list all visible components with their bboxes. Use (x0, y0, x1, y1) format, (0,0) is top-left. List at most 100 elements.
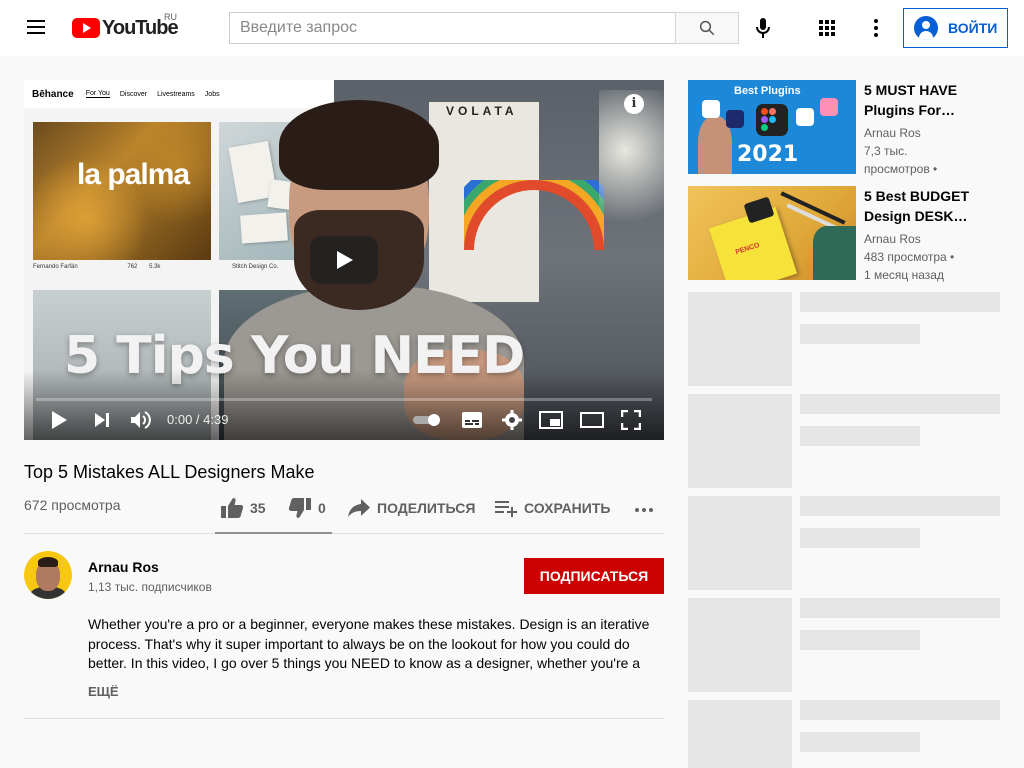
behance-logo: Bēhance (32, 88, 74, 100)
controls-gradient (24, 370, 664, 440)
video-title: Top 5 Mistakes ALL Designers Make (24, 462, 315, 482)
tile1-author: Fernando Farfán (33, 264, 78, 270)
tile1-views: 5.3k (149, 264, 161, 270)
share-button[interactable]: ПОДЕЛИТЬСЯ (347, 496, 475, 520)
fullscreen-icon[interactable] (618, 408, 644, 432)
behance-nav-item: Jobs (204, 90, 220, 98)
recommendation-title: 5 MUST HAVE Plugins For… (864, 80, 1004, 120)
large-play-button[interactable] (310, 236, 378, 284)
loading-placeholder (688, 394, 1008, 488)
title-line: Design DESK… (864, 208, 968, 224)
view-count: 672 просмотра (24, 497, 121, 513)
next-icon[interactable] (90, 408, 114, 432)
signin-label: ВОЙТИ (948, 20, 998, 36)
show-more-button[interactable]: ЕЩЁ (88, 684, 119, 699)
more-actions-button[interactable] (632, 496, 656, 520)
recommendation-meta: просмотров • (864, 162, 938, 176)
recommendation-channel: Arnau Ros (864, 232, 921, 246)
share-icon (348, 499, 370, 517)
tile2-meta: Stitch Design Co. (232, 264, 278, 270)
loading-placeholder (688, 496, 1008, 590)
autoplay-toggle-icon[interactable] (412, 408, 444, 432)
search-input[interactable]: Введите запрос (229, 12, 675, 44)
duration: 4:39 (203, 412, 229, 427)
thumb-down-icon (288, 498, 311, 518)
video-description: Whether you're a pro or a beginner, ever… (88, 616, 650, 671)
loading-placeholder (688, 700, 1008, 768)
thumb-title: Best Plugins (734, 85, 801, 97)
more-vert-icon[interactable] (864, 16, 888, 40)
like-button[interactable]: 35 (220, 496, 266, 520)
tile2-author: Stitch Design Co. (232, 264, 279, 270)
behance-nav-item: Livestreams (157, 90, 195, 98)
video-player[interactable]: VOLATA Bēhance For You Discover Livestre… (24, 80, 664, 440)
thumb-year: 2021 (737, 142, 799, 167)
dislike-count: 0 (318, 500, 326, 516)
recommendation-meta: 7,3 тыс. (864, 144, 908, 158)
loading-placeholder (688, 292, 1008, 386)
recommendation-thumbnail: Best Plugins 2021 (688, 80, 856, 174)
search-icon (699, 20, 715, 36)
like-count: 35 (250, 500, 266, 516)
recommendation-meta: 483 просмотра • (864, 250, 955, 264)
behance-tile-lapalma: la palma (33, 122, 211, 260)
like-ratio-bar (215, 532, 332, 534)
channel-name[interactable]: Arnau Ros (88, 559, 159, 575)
recommendation-item[interactable]: Best Plugins 2021 5 MUST HAVE Plugins Fo… (688, 80, 1008, 176)
menu-icon[interactable] (20, 16, 52, 40)
recommendation-meta: 1 месяц назад (864, 268, 944, 282)
subtitles-icon[interactable] (460, 408, 484, 432)
recommendation-thumbnail: PENCO (688, 186, 856, 280)
behance-nav-item: Discover (119, 90, 148, 98)
title-line: 5 MUST HAVE (864, 82, 958, 98)
poster-text: VOLATA (446, 104, 518, 118)
current-time: 0:00 (167, 412, 193, 427)
presenter-hair (279, 100, 439, 190)
apps-grid-icon[interactable] (815, 16, 839, 40)
miniplayer-icon[interactable] (538, 408, 564, 432)
behance-nav: Bēhance For You Discover Livestreams Job… (24, 80, 334, 108)
thumb-brand: PENCO (734, 241, 761, 257)
divider (24, 533, 664, 534)
save-label: СОХРАНИТЬ (524, 500, 611, 516)
tile1-likes: 762 (127, 264, 138, 270)
settings-icon[interactable] (500, 408, 524, 432)
title-line: 5 Best BUDGET (864, 188, 970, 204)
subscriber-count: 1,13 тыс. подписчиков (88, 580, 212, 594)
tile1-meta: Fernando Farfán 762 5.3k (33, 264, 160, 270)
dislike-button[interactable]: 0 (288, 496, 326, 520)
channel-avatar[interactable] (24, 551, 72, 599)
signin-button[interactable]: ВОЙТИ (903, 8, 1008, 48)
youtube-logo[interactable]: YouTube (72, 16, 179, 40)
theater-icon[interactable] (578, 408, 606, 432)
wall-poster: VOLATA (429, 102, 604, 302)
info-icon[interactable]: i (624, 94, 644, 114)
time-separator: / (192, 412, 204, 427)
more-horiz-icon (635, 508, 653, 512)
volume-icon[interactable] (128, 408, 154, 432)
progress-bar[interactable] (36, 398, 652, 401)
save-button[interactable]: СОХРАНИТЬ (494, 496, 610, 520)
search-button[interactable] (675, 12, 739, 44)
subscribe-button[interactable]: ПОДПИСАТЬСЯ (524, 558, 664, 594)
youtube-logo-icon (72, 18, 100, 38)
play-icon[interactable] (46, 408, 72, 432)
region-label: RU (164, 12, 177, 22)
save-playlist-icon (495, 501, 517, 517)
thumb-up-icon (221, 498, 244, 518)
recommendation-channel: Arnau Ros (864, 126, 921, 140)
behance-nav-item: For You (85, 90, 110, 98)
share-label: ПОДЕЛИТЬСЯ (377, 500, 476, 516)
voice-search-button[interactable] (750, 14, 776, 42)
account-icon (914, 16, 938, 40)
recommendation-item[interactable]: PENCO 5 Best BUDGET Design DESK… Arnau R… (688, 186, 1008, 282)
plant-decor (599, 90, 664, 290)
masthead: YouTube RU Введите запрос ВОЙТИ (0, 0, 1024, 56)
title-line: Plugins For… (864, 102, 955, 118)
microphone-icon (756, 18, 770, 38)
divider (24, 718, 664, 719)
loading-placeholder (688, 598, 1008, 692)
time-display: 0:00 / 4:39 (167, 412, 228, 427)
lapalma-text: la palma (77, 158, 190, 191)
recommendation-title: 5 Best BUDGET Design DESK… (864, 186, 1004, 226)
